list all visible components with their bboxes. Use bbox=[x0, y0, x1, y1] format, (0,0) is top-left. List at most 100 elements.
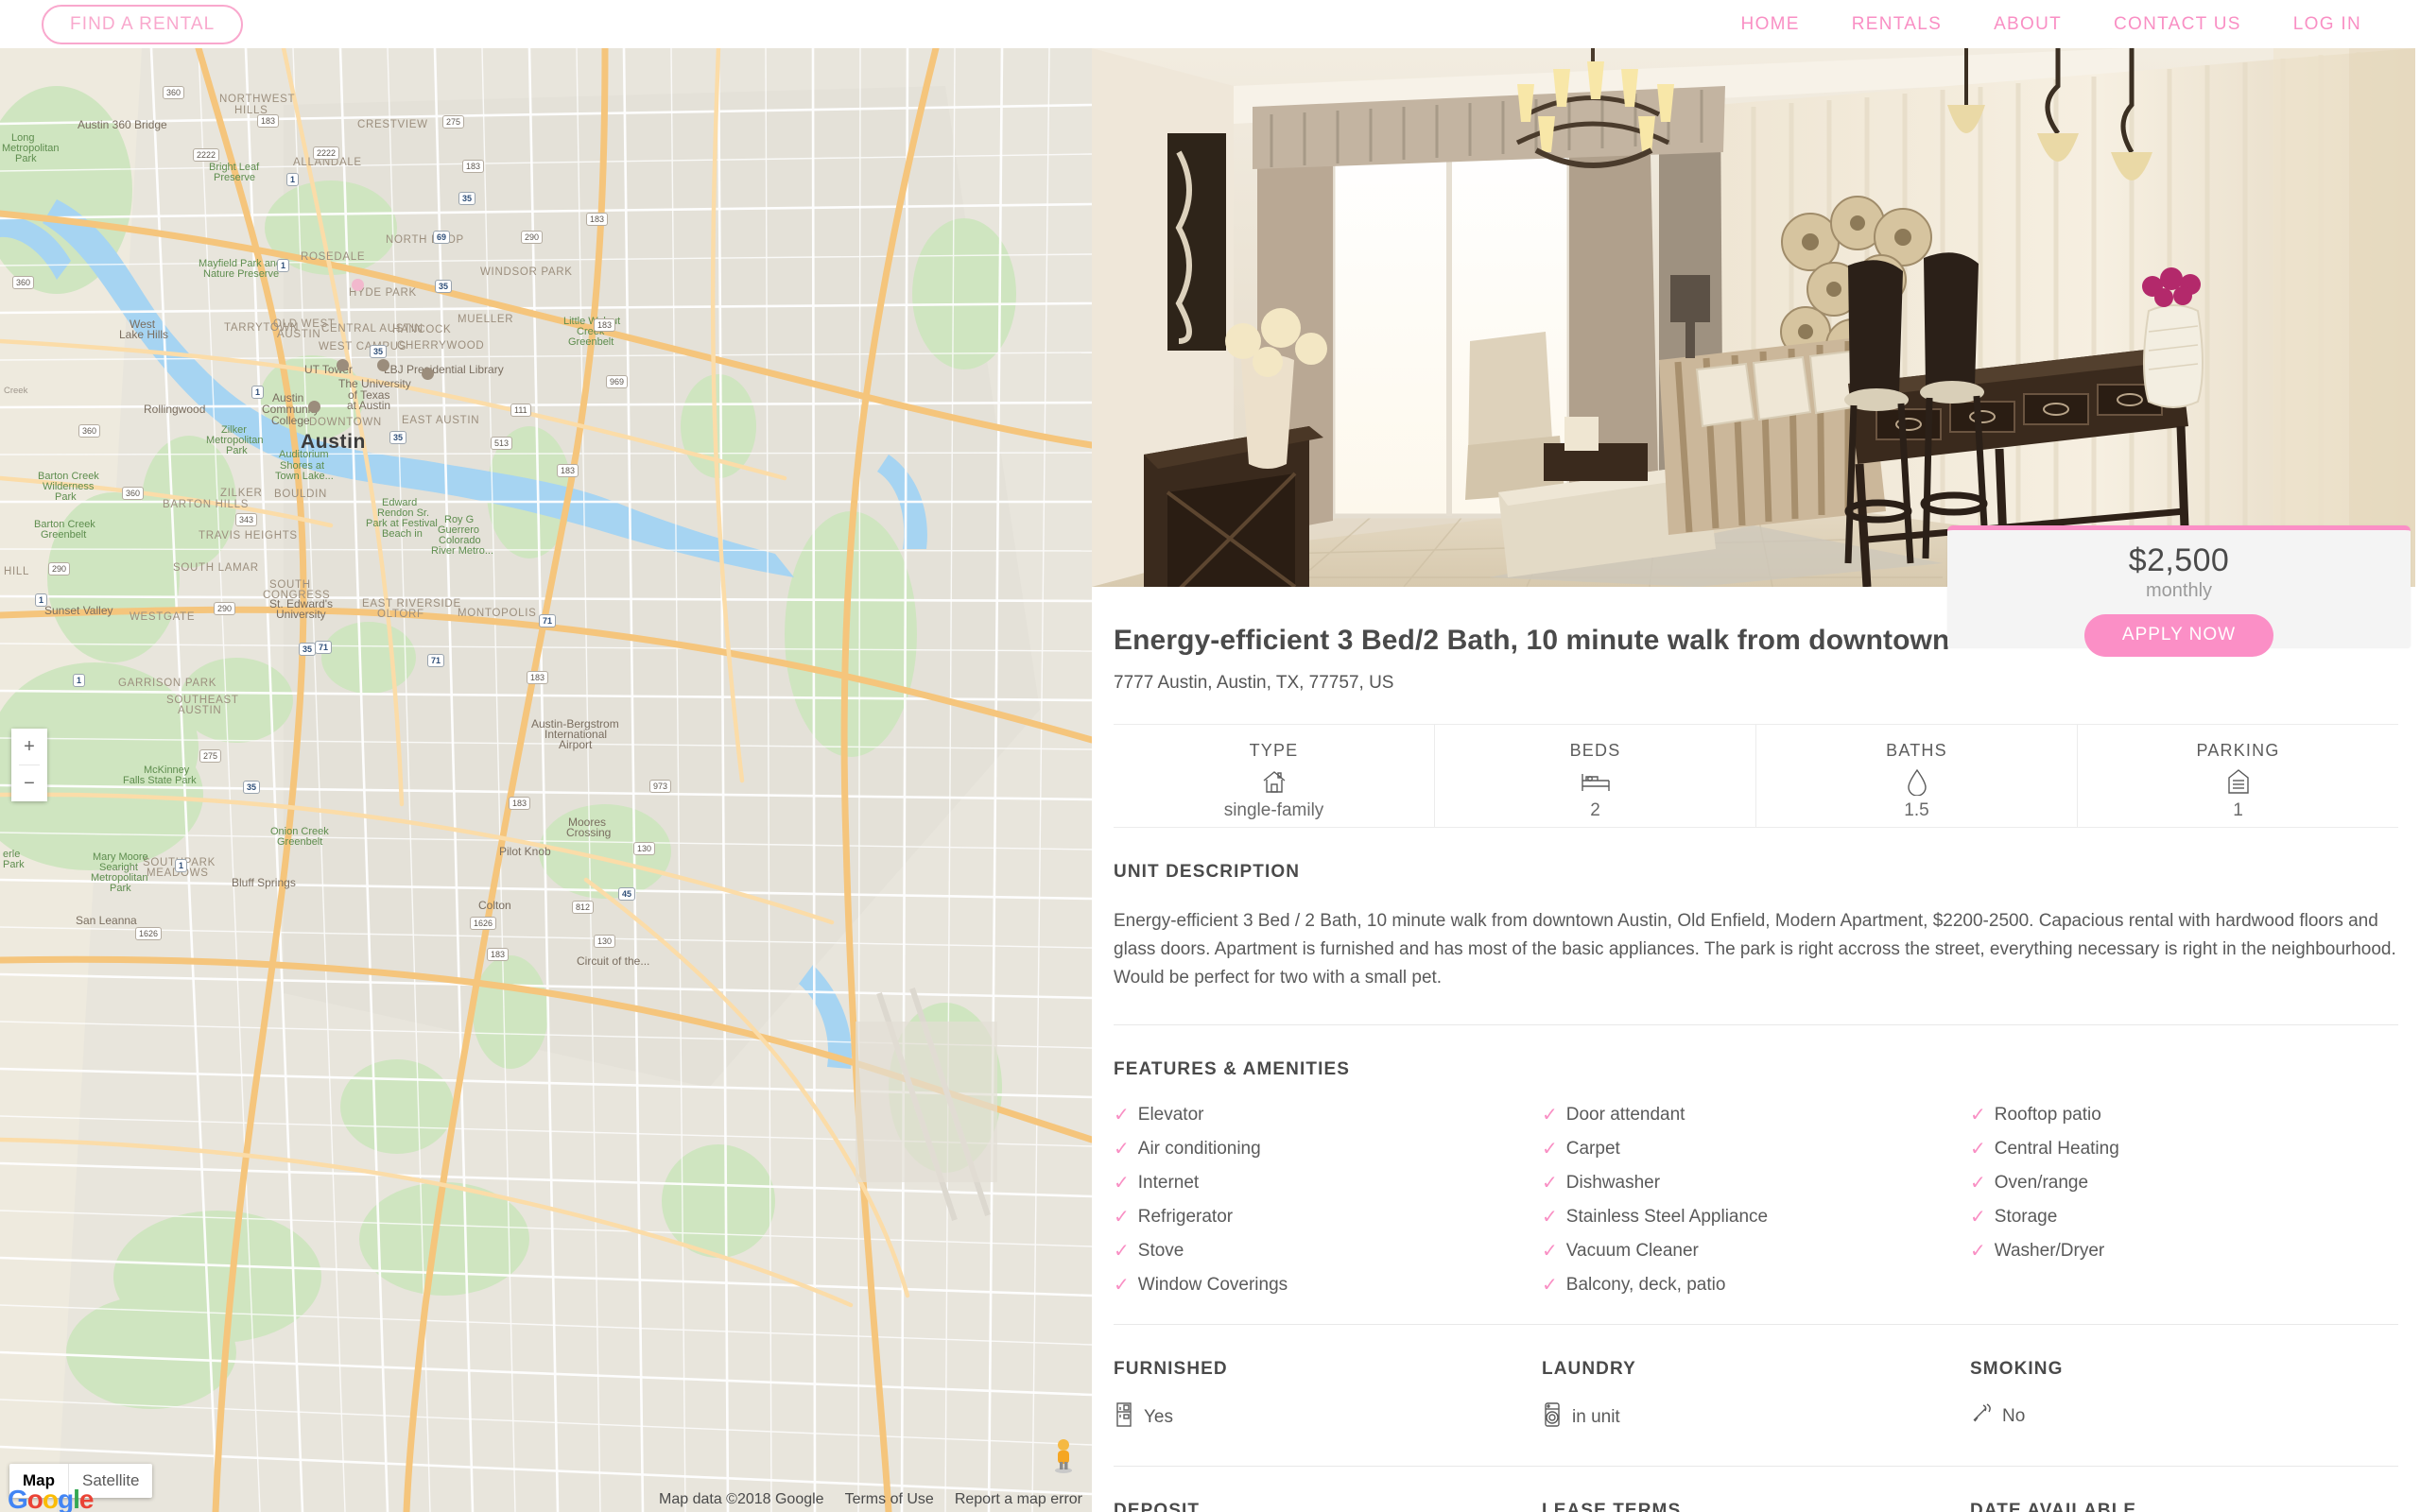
amenity-label: Central Heating bbox=[1994, 1139, 2119, 1160]
map-route-shield: 183 bbox=[487, 948, 510, 961]
price-amount: $2,500 bbox=[2128, 542, 2230, 578]
map-label: HILL bbox=[4, 566, 30, 577]
map-label: Park bbox=[3, 859, 25, 870]
poi-marker-acc[interactable] bbox=[308, 401, 320, 413]
listing-hero-photo[interactable] bbox=[1092, 48, 2415, 587]
amenity-label: Stove bbox=[1137, 1241, 1184, 1262]
map-route-shield: 1626 bbox=[135, 927, 163, 940]
map-label: Falls State Park bbox=[123, 775, 197, 786]
map-label: Town Lake... bbox=[275, 471, 334, 482]
google-logo-letter-e: e bbox=[78, 1485, 95, 1512]
top-navigation-bar: FIND A RENTAL HOME RENTALS ABOUT CONTACT… bbox=[0, 0, 2420, 48]
amenity-item: ✓ Storage bbox=[1970, 1207, 2398, 1228]
poi-marker-lbj-library[interactable] bbox=[377, 359, 389, 371]
amenity-label: Internet bbox=[1137, 1173, 1200, 1194]
map-label: Park bbox=[110, 883, 131, 894]
map-route-shield: 35 bbox=[299, 643, 317, 656]
detail-date-available-heading: DATE AVAILABLE bbox=[1970, 1501, 2137, 1512]
map-route-shield: 111 bbox=[510, 404, 531, 417]
check-icon: ✓ bbox=[1114, 1105, 1130, 1126]
map-route-shield: 69 bbox=[433, 231, 451, 244]
amenity-item: ✓ Balcony, deck, patio bbox=[1542, 1275, 1970, 1296]
poi-marker-campus[interactable] bbox=[422, 368, 434, 380]
pegman-streetview-icon[interactable] bbox=[1048, 1436, 1079, 1474]
stat-parking-label: PARKING bbox=[2196, 741, 2280, 760]
map-route-shield: 360 bbox=[12, 276, 35, 289]
amenity-item: ✓ Rooftop patio bbox=[1970, 1105, 2398, 1125]
zoom-out-button[interactable]: − bbox=[11, 765, 47, 801]
amenities-block: FEATURES & AMENITIES ✓ Elevator ✓ Air condi… bbox=[1114, 1025, 2398, 1296]
check-icon: ✓ bbox=[1970, 1241, 1986, 1263]
nav-link-rentals[interactable]: RENTALS bbox=[1852, 14, 1942, 35]
stat-baths-label: BATHS bbox=[1886, 741, 1947, 760]
check-icon: ✓ bbox=[1970, 1105, 1986, 1126]
check-icon: ✓ bbox=[1542, 1241, 1558, 1263]
listing-content: Energy-efficient 3 Bed/2 Bath, 10 minute… bbox=[1092, 587, 2420, 1512]
amenity-label: Storage bbox=[1994, 1207, 2058, 1228]
unit-description-heading: UNIT DESCRIPTION bbox=[1114, 862, 1301, 882]
nav-link-home[interactable]: HOME bbox=[1741, 14, 1800, 35]
detail-furnished-value: Yes bbox=[1144, 1407, 1173, 1428]
amenity-label: Rooftop patio bbox=[1994, 1105, 2101, 1125]
map-label: Park bbox=[55, 491, 77, 503]
map-route-shield: 1 bbox=[251, 386, 265, 399]
map-label: Bluff Springs bbox=[232, 876, 296, 889]
check-icon: ✓ bbox=[1114, 1207, 1130, 1228]
detail-deposit-heading: DEPOSIT bbox=[1114, 1501, 1201, 1512]
map-route-shield: 71 bbox=[427, 654, 445, 667]
map-terms-of-use-link[interactable]: Terms of Use bbox=[845, 1491, 934, 1508]
stat-parking-value: 1 bbox=[2233, 800, 2243, 820]
poi-marker-hospital[interactable] bbox=[352, 279, 364, 291]
detail-smoking-heading: SMOKING bbox=[1970, 1359, 2064, 1380]
google-logo-letter-o2: o bbox=[42, 1485, 59, 1512]
bed-icon bbox=[1435, 765, 1755, 798]
amenity-item: ✓ Washer/Dryer bbox=[1970, 1241, 2398, 1262]
listing-stats-bar: TYPE single-family BEDS 2 BATHS 1.5 PARK… bbox=[1114, 724, 2398, 828]
stat-beds-label: BEDS bbox=[1569, 741, 1621, 760]
map-data-copyright: Map data ©2018 Google bbox=[659, 1491, 824, 1507]
zoom-in-button[interactable]: + bbox=[11, 729, 47, 765]
amenity-label: Vacuum Cleaner bbox=[1565, 1241, 1699, 1262]
detail-lease-terms: LEASE TERMS One year bbox=[1542, 1501, 1970, 1512]
amenities-grid: ✓ Elevator ✓ Air conditioning ✓ Internet ✓ Refr… bbox=[1114, 1105, 2398, 1296]
map-route-shield: 130 bbox=[633, 842, 656, 855]
google-logo-letter-g2: g bbox=[58, 1485, 74, 1512]
map-route-shield: 969 bbox=[606, 375, 629, 388]
check-icon: ✓ bbox=[1542, 1207, 1558, 1228]
find-a-rental-button[interactable]: FIND A RENTAL bbox=[42, 4, 244, 44]
apply-now-button[interactable]: APPLY NOW bbox=[2083, 614, 2274, 657]
map-zoom-control[interactable]: + − bbox=[11, 729, 47, 801]
google-logo: Google bbox=[8, 1485, 95, 1512]
amenity-label: Stainless Steel Appliance bbox=[1565, 1207, 1769, 1228]
map-label: SOUTH LAMAR bbox=[173, 562, 259, 574]
map-label: Sunset Valley bbox=[44, 604, 113, 617]
nav-link-log-in[interactable]: LOG IN bbox=[2293, 14, 2361, 35]
amenity-item: ✓ Vacuum Cleaner bbox=[1542, 1241, 1970, 1262]
google-logo-letter-o1: o bbox=[26, 1485, 43, 1512]
google-logo-letter-g: G bbox=[8, 1485, 28, 1512]
map-route-shield: 71 bbox=[539, 614, 557, 627]
check-icon: ✓ bbox=[1114, 1275, 1130, 1297]
unit-description-text: Energy-efficient 3 Bed / 2 Bath, 10 minu… bbox=[1114, 911, 2396, 988]
map-panel[interactable]: Austin NORTHWEST HILLS CRESTVIEW ALLANDALE RO… bbox=[0, 48, 1092, 1512]
map-route-shield: 275 bbox=[442, 115, 465, 129]
amenity-item: ✓ Elevator bbox=[1114, 1105, 1542, 1125]
unit-description-block: UNIT DESCRIPTION Energy-efficient 3 Bed … bbox=[1114, 828, 2398, 992]
map-route-shield: 183 bbox=[586, 213, 609, 226]
amenity-label: Window Coverings bbox=[1137, 1275, 1288, 1296]
map-label: AUSTIN bbox=[178, 705, 222, 716]
amenity-label: Air conditioning bbox=[1137, 1139, 1261, 1160]
map-label: OLTORF bbox=[377, 609, 424, 620]
nav-link-contact-us[interactable]: CONTACT US bbox=[2114, 14, 2241, 35]
map-label: Park bbox=[15, 153, 37, 164]
nav-link-about[interactable]: ABOUT bbox=[1994, 14, 2062, 35]
map-report-error-link[interactable]: Report a map error bbox=[955, 1491, 1082, 1508]
map-attribution: Map data ©2018 Google Terms of Use Repor… bbox=[659, 1491, 1082, 1508]
detail-lease-terms-heading: LEASE TERMS bbox=[1542, 1501, 1682, 1512]
amenity-item: ✓ Door attendant bbox=[1542, 1105, 1970, 1125]
map-label: Lake Hills bbox=[119, 328, 169, 341]
amenity-item: ✓ Carpet bbox=[1542, 1139, 1970, 1160]
poi-marker-ut-tower[interactable] bbox=[337, 359, 349, 371]
amenities-heading: FEATURES & AMENITIES bbox=[1114, 1059, 1351, 1080]
map-route-shield: 35 bbox=[389, 431, 407, 444]
